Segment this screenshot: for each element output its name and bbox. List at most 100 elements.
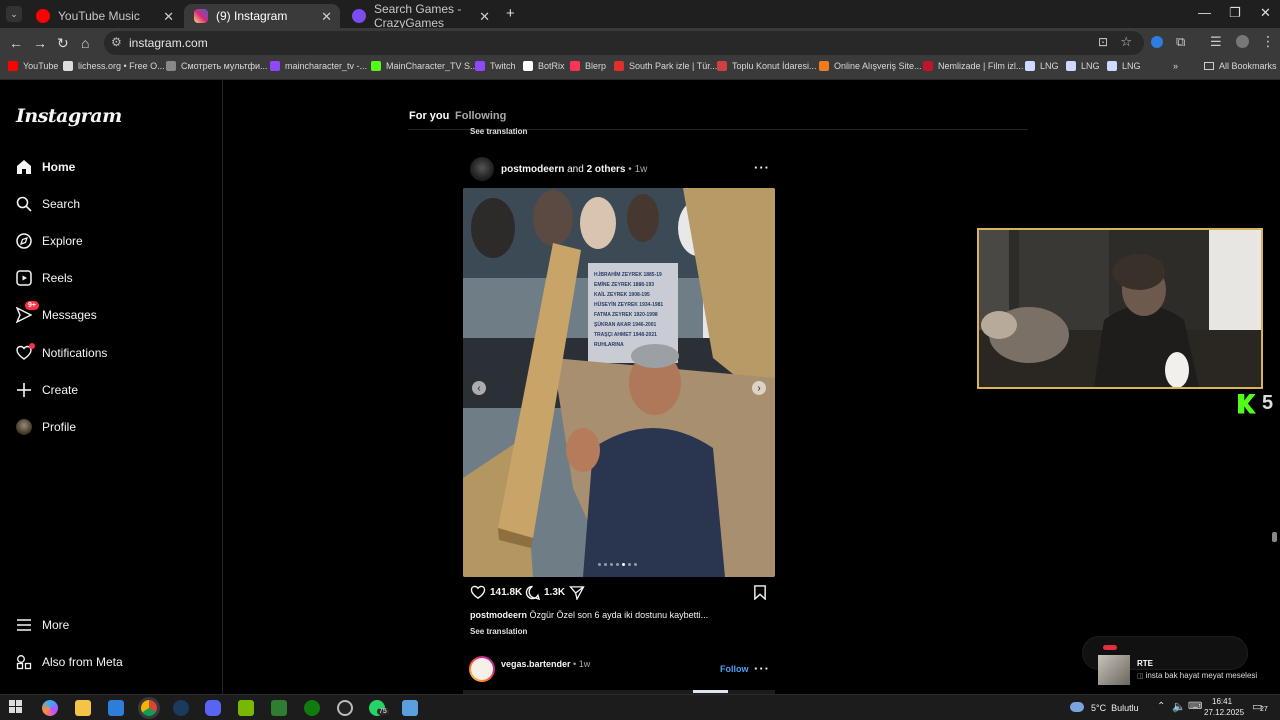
nav-profile[interactable]: Profile	[15, 413, 205, 441]
instagram-logo[interactable]: Instagram	[16, 105, 122, 127]
next-post-author[interactable]: vegas.bartender	[501, 659, 571, 669]
bookmark-item[interactable]: Nemlizade | Film izl...	[923, 61, 1023, 71]
reload-icon[interactable]: ↻	[57, 35, 69, 52]
close-icon[interactable]: ✕	[479, 9, 490, 25]
tab-following[interactable]: Following	[455, 110, 506, 122]
like-action[interactable]: 141.8K	[470, 585, 522, 600]
geforce-icon[interactable]	[271, 700, 287, 716]
bookmark-item[interactable]: Смотреть мультфи...	[166, 61, 268, 71]
language-icon[interactable]: ⌨	[1188, 701, 1202, 712]
carousel-prev-button[interactable]: ‹	[472, 381, 486, 395]
nvidia-icon[interactable]	[238, 700, 254, 716]
whatsapp-icon[interactable]: 75	[369, 700, 389, 716]
start-windows-icon[interactable]	[9, 700, 25, 716]
bookmark-item[interactable]: BotRix	[523, 61, 565, 71]
site-info-icon[interactable]: ⚙	[111, 35, 122, 49]
tab-youtube-music[interactable]: YouTube Music ✕	[26, 4, 182, 28]
nav-notifications[interactable]: Notifications	[15, 339, 205, 367]
bookmark-item[interactable]: maincharacter_tv -...	[270, 61, 367, 71]
see-translation-link[interactable]: See translation	[470, 627, 527, 636]
bookmark-label: lichess.org • Free O...	[78, 61, 165, 71]
save-action[interactable]	[753, 585, 767, 600]
post-options-icon[interactable]: ···	[754, 160, 770, 175]
post-image[interactable]: H.İBRAHİM ZEYREK 1885-19 EMİNE ZEYREK 18…	[463, 188, 775, 577]
next-post-avatar[interactable]	[469, 656, 495, 682]
store-icon[interactable]	[108, 700, 124, 716]
menu-icon[interactable]: ⋮	[1261, 33, 1275, 50]
page-scrollbar[interactable]	[1272, 532, 1277, 542]
comment-action[interactable]: 1.3K	[525, 585, 565, 600]
bookmark-item[interactable]: South Park izle | Tür...	[614, 61, 717, 71]
all-bookmarks-button[interactable]: All Bookmarks	[1204, 61, 1277, 71]
home-page-icon[interactable]: ⌂	[81, 35, 89, 51]
search-icon	[15, 195, 33, 213]
bookmark-item[interactable]: LNG	[1066, 61, 1100, 71]
share-action[interactable]	[569, 585, 585, 600]
back-icon[interactable]: ←	[9, 35, 23, 51]
post-author-avatar[interactable]	[470, 157, 494, 181]
steam-icon[interactable]	[173, 700, 189, 716]
bookmark-item[interactable]: LNG	[1025, 61, 1059, 71]
nav-more[interactable]: More	[15, 611, 205, 639]
bookmark-item[interactable]: Online Alışveriş Site...	[819, 61, 922, 71]
xbox-icon[interactable]	[304, 700, 320, 716]
bookmark-item[interactable]: MainCharacter_TV S...	[371, 61, 478, 71]
bookmark-favicon	[923, 61, 933, 71]
weather-text[interactable]: 5°C Bulutlu	[1091, 703, 1139, 713]
close-window-icon[interactable]: ✕	[1260, 5, 1271, 21]
tab-search-button[interactable]: ⌄	[6, 6, 22, 22]
post-age: 1w	[634, 164, 648, 175]
profile-avatar[interactable]	[1236, 35, 1249, 48]
see-translation-link[interactable]: See translation	[470, 127, 527, 136]
bookmark-item[interactable]: LNG	[1107, 61, 1141, 71]
notification-count: 27	[1260, 706, 1268, 713]
discord-icon[interactable]	[205, 700, 221, 716]
bookmark-label: Toplu Konut İdaresi...	[732, 61, 817, 71]
nav-reels[interactable]: Reels	[15, 264, 205, 292]
nav-search[interactable]: Search	[15, 190, 205, 218]
chrome-icon[interactable]	[141, 700, 157, 716]
bookmark-star-icon[interactable]: ☆	[1120, 34, 1132, 50]
clock-date[interactable]: 27.12.2025	[1204, 708, 1244, 717]
file-explorer-icon[interactable]	[75, 700, 91, 716]
post-options-icon[interactable]: ···	[754, 661, 770, 676]
forward-icon[interactable]: →	[33, 35, 47, 51]
tray-chevron-icon[interactable]: ⌃	[1157, 701, 1165, 712]
nav-home[interactable]: Home	[15, 153, 205, 181]
clock-time[interactable]: 16:41	[1212, 697, 1232, 706]
nav-create[interactable]: Create	[15, 376, 205, 404]
bookmarks-overflow-button[interactable]: »	[1173, 61, 1178, 71]
new-tab-button[interactable]: +	[506, 5, 515, 22]
extensions-puzzle-icon[interactable]: ⧉	[1176, 34, 1185, 50]
tab-instagram[interactable]: (9) Instagram ✕	[184, 4, 340, 28]
bookmark-favicon	[819, 61, 829, 71]
nav-explore[interactable]: Explore	[15, 227, 205, 255]
nav-also-from-meta[interactable]: Also from Meta	[15, 648, 205, 676]
extension-icon[interactable]	[1151, 36, 1163, 48]
nav-messages[interactable]: 9+ Messages	[15, 301, 205, 329]
bookmark-item[interactable]: YouTube	[8, 61, 58, 71]
follow-button[interactable]: Follow	[720, 664, 749, 674]
install-app-icon[interactable]: ⊡	[1098, 35, 1108, 49]
tab-for-you[interactable]: For you	[409, 110, 449, 122]
post-others-link[interactable]: 2 others	[587, 164, 626, 175]
address-bar[interactable]: ⚙ instagram.com ⊡ ☆	[104, 31, 1144, 55]
close-icon[interactable]: ✕	[321, 9, 332, 25]
carousel-next-button[interactable]: ›	[752, 381, 766, 395]
tab-crazygames[interactable]: Search Games - CrazyGames ✕	[342, 2, 498, 30]
caption-author[interactable]: postmodeern	[470, 610, 527, 620]
close-icon[interactable]: ✕	[163, 9, 174, 25]
copilot-icon[interactable]	[42, 700, 58, 716]
home-icon	[15, 158, 33, 176]
media-control-icon[interactable]: ☰	[1210, 34, 1222, 50]
bookmark-item[interactable]: Toplu Konut İdaresi...	[717, 61, 817, 71]
bookmark-item[interactable]: Blerp	[570, 61, 606, 71]
network-tool-icon[interactable]	[402, 700, 418, 716]
post-author-username[interactable]: postmodeern	[501, 164, 564, 175]
bookmark-item[interactable]: Twitch	[475, 61, 516, 71]
bookmark-item[interactable]: lichess.org • Free O...	[63, 61, 165, 71]
volume-icon[interactable]: 🔈	[1172, 700, 1186, 713]
minimize-icon[interactable]: —	[1198, 5, 1211, 20]
restore-icon[interactable]: ❐	[1229, 5, 1241, 21]
obs-icon[interactable]	[337, 700, 353, 716]
